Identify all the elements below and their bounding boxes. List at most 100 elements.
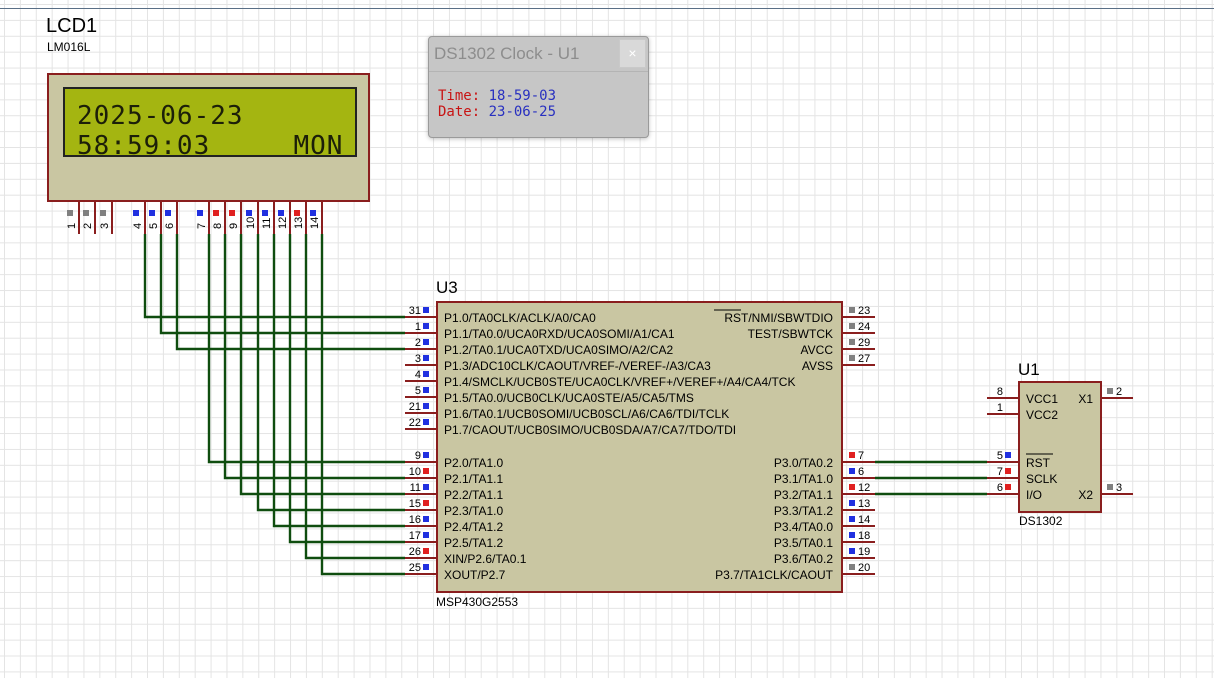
close-icon: × — [628, 45, 637, 61]
lcd-pin-number: 2 — [82, 223, 94, 229]
close-button[interactable]: × — [619, 39, 646, 68]
mcu-pin-number: 19 — [858, 546, 870, 558]
lcd-reference: LCD1 — [46, 15, 98, 37]
pin-state-indicator — [1005, 484, 1011, 490]
mcu-reference: U3 — [436, 278, 458, 297]
pin-state-indicator — [423, 339, 429, 345]
lcd-pin-number: 3 — [99, 223, 111, 229]
lcd-pin-number: 5 — [148, 223, 160, 229]
pin-state-indicator — [423, 403, 429, 409]
mcu-pin-number: 6 — [858, 466, 864, 478]
rtc-pin-number: 6 — [997, 482, 1003, 494]
mcu-pin-label: P2.1/TA1.1 — [444, 472, 503, 486]
mcu-pin-number: 15 — [409, 498, 421, 510]
mcu-pin-label: P1.6/TA0.1/UCB0SOMI/UCB0SCL/A6/CA6/TDI/T… — [444, 407, 729, 421]
lcd-pin-number: 8 — [212, 223, 224, 229]
rtc-pin-label: X2 — [1078, 488, 1093, 502]
pin-state-indicator — [149, 210, 155, 216]
pin-state-indicator — [849, 484, 855, 490]
pin-state-indicator — [849, 532, 855, 538]
date-row: Date: 23-06-25 — [438, 104, 556, 120]
mcu-pin-label: XOUT/P2.7 — [444, 568, 506, 582]
wire-data-bus — [288, 234, 405, 544]
mcu-pin-label: P1.2/TA0.1/UCA0TXD/UCA0SIMO/A2/CA2 — [444, 343, 674, 357]
lcd-pin-number: 6 — [164, 223, 176, 229]
mcu-pin-number: 24 — [858, 321, 870, 333]
mcu-pin-number: 17 — [409, 530, 421, 542]
pin-state-indicator — [423, 468, 429, 474]
mcu-pin-number: 20 — [858, 562, 870, 574]
lcd-pin-number: 11 — [261, 218, 273, 229]
mcu-pin-label: P3.1/TA1.0 — [774, 472, 833, 486]
pin-state-indicator — [423, 387, 429, 393]
pin-state-indicator — [423, 500, 429, 506]
mcu-pin-label: P2.3/TA1.0 — [444, 504, 503, 518]
mcu-pin-label: P3.2/TA1.1 — [774, 488, 833, 502]
mcu-pin-number: 26 — [409, 546, 421, 558]
mcu-pin-number: 9 — [415, 450, 421, 462]
pin-state-indicator — [197, 210, 203, 216]
pin-state-indicator — [849, 500, 855, 506]
pin-state-indicator — [423, 452, 429, 458]
pin-state-indicator — [423, 516, 429, 522]
mcu-pin-number: 25 — [409, 562, 421, 574]
rtc-pin-label: RST — [1026, 456, 1051, 470]
pin-state-indicator — [100, 210, 106, 216]
lcd-component[interactable]: 2025-06-23 58:59:03 MON — [47, 73, 370, 202]
lcd-pin-number: 13 — [293, 217, 305, 229]
mcu-pin-label: P1.5/TA0.0/UCB0CLK/UCA0STE/A5/CA5/TMS — [444, 391, 694, 405]
pin-state-indicator — [849, 468, 855, 474]
pin-state-indicator — [423, 307, 429, 313]
rtc-pin-label: SCLK — [1026, 472, 1057, 486]
pin-state-indicator — [849, 339, 855, 345]
pin-state-indicator — [213, 210, 219, 216]
pin-state-indicator — [849, 516, 855, 522]
pin-state-indicator — [849, 323, 855, 329]
pin-state-indicator — [423, 419, 429, 425]
rtc-reference: U1 — [1018, 360, 1040, 379]
pin-state-indicator — [849, 307, 855, 313]
lcd-part-number: LM016L — [47, 40, 91, 54]
mcu-pin-number: 18 — [858, 530, 870, 542]
rtc-pin-number: 1 — [997, 402, 1003, 414]
pin-state-indicator — [849, 548, 855, 554]
mcu-pin-label: AVSS — [802, 359, 833, 373]
mcu-pin-label: P3.6/TA0.2 — [774, 552, 833, 566]
mcu-pin-label: P3.4/TA0.0 — [774, 520, 833, 534]
pin-state-indicator — [849, 564, 855, 570]
mcu-pin-number: 27 — [858, 353, 870, 365]
pin-state-indicator — [1107, 388, 1113, 394]
lcd-screen: 2025-06-23 58:59:03 MON — [63, 87, 357, 161]
mcu-pin-number: 22 — [409, 417, 421, 429]
pin-state-indicator — [278, 210, 284, 216]
mcu-pin-number: 4 — [415, 369, 421, 381]
time-row: Time: 18-59-03 — [438, 88, 556, 104]
pin-state-indicator — [423, 323, 429, 329]
mcu-pin-label: P2.5/TA1.2 — [444, 536, 503, 550]
mcu-pin-label: P3.0/TA0.2 — [774, 456, 833, 470]
pin-state-indicator — [1005, 468, 1011, 474]
time-label: Time: — [438, 88, 481, 104]
rtc-pin-label: VCC2 — [1026, 408, 1058, 422]
lcd-pin-number: 7 — [196, 223, 208, 229]
lcd-pin-number: 10 — [245, 217, 257, 229]
mcu-pin-label: P2.4/TA1.2 — [444, 520, 503, 534]
pin-state-indicator — [849, 452, 855, 458]
mcu-pin-label: P3.7/TA1CLK/CAOUT — [715, 568, 833, 582]
mcu-pin-number: 21 — [409, 401, 421, 413]
lcd-line-2: 58:59:03 MON — [77, 131, 344, 161]
rtc-pin-number: 5 — [997, 450, 1003, 462]
mcu-pin-number: 10 — [409, 466, 421, 478]
mcu-pin-number: 7 — [858, 450, 864, 462]
pin-state-indicator — [246, 210, 252, 216]
ds1302-clock-window[interactable]: DS1302 Clock - U1 × Time: 18-59-03 Date:… — [428, 36, 649, 138]
pin-state-indicator — [849, 355, 855, 361]
mcu-pin-number: 14 — [858, 514, 870, 526]
rtc-pin-number: 3 — [1116, 482, 1122, 494]
title-separator — [429, 71, 648, 72]
rtc-pin-label: I/O — [1026, 488, 1042, 502]
time-value: 18-59-03 — [488, 88, 557, 104]
rtc-pin-label: X1 — [1078, 392, 1093, 406]
mcu-pin-number: 23 — [858, 305, 870, 317]
mcu-pin-number: 31 — [409, 305, 421, 317]
